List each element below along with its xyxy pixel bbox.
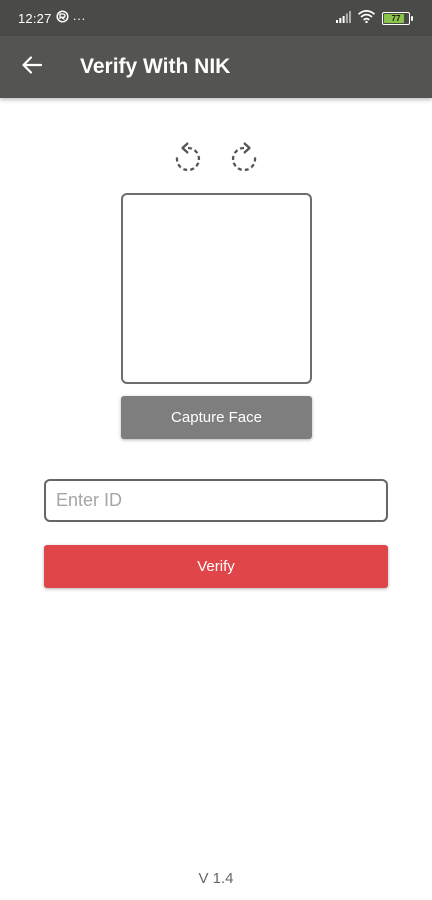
back-arrow-icon [22,55,43,79]
rotate-right-icon [229,141,259,179]
status-bar: 12:27 ··· 77 [0,0,432,36]
face-preview [121,193,312,384]
sync-icon [55,10,69,26]
battery-icon: 77 [382,11,413,25]
rotate-left-button[interactable] [172,141,204,179]
capture-face-button[interactable]: Capture Face [121,396,312,439]
id-input[interactable] [44,479,388,522]
more-notifications-icon: ··· [72,10,86,26]
battery-level: 77 [391,13,401,23]
back-button[interactable] [0,36,64,98]
status-right: 77 [336,10,413,26]
rotate-controls [0,141,432,179]
status-time: 12:27 [18,10,52,26]
page-title: Verify With NIK [80,55,231,78]
app-bar: Verify With NIK [0,36,432,98]
verify-button[interactable]: Verify [44,545,388,588]
rotate-left-icon [173,141,203,179]
signal-icon [336,10,351,26]
rotate-right-button[interactable] [228,141,260,179]
version-label: V 1.4 [198,870,234,887]
status-left: 12:27 ··· [18,10,86,26]
wifi-icon [357,10,376,26]
